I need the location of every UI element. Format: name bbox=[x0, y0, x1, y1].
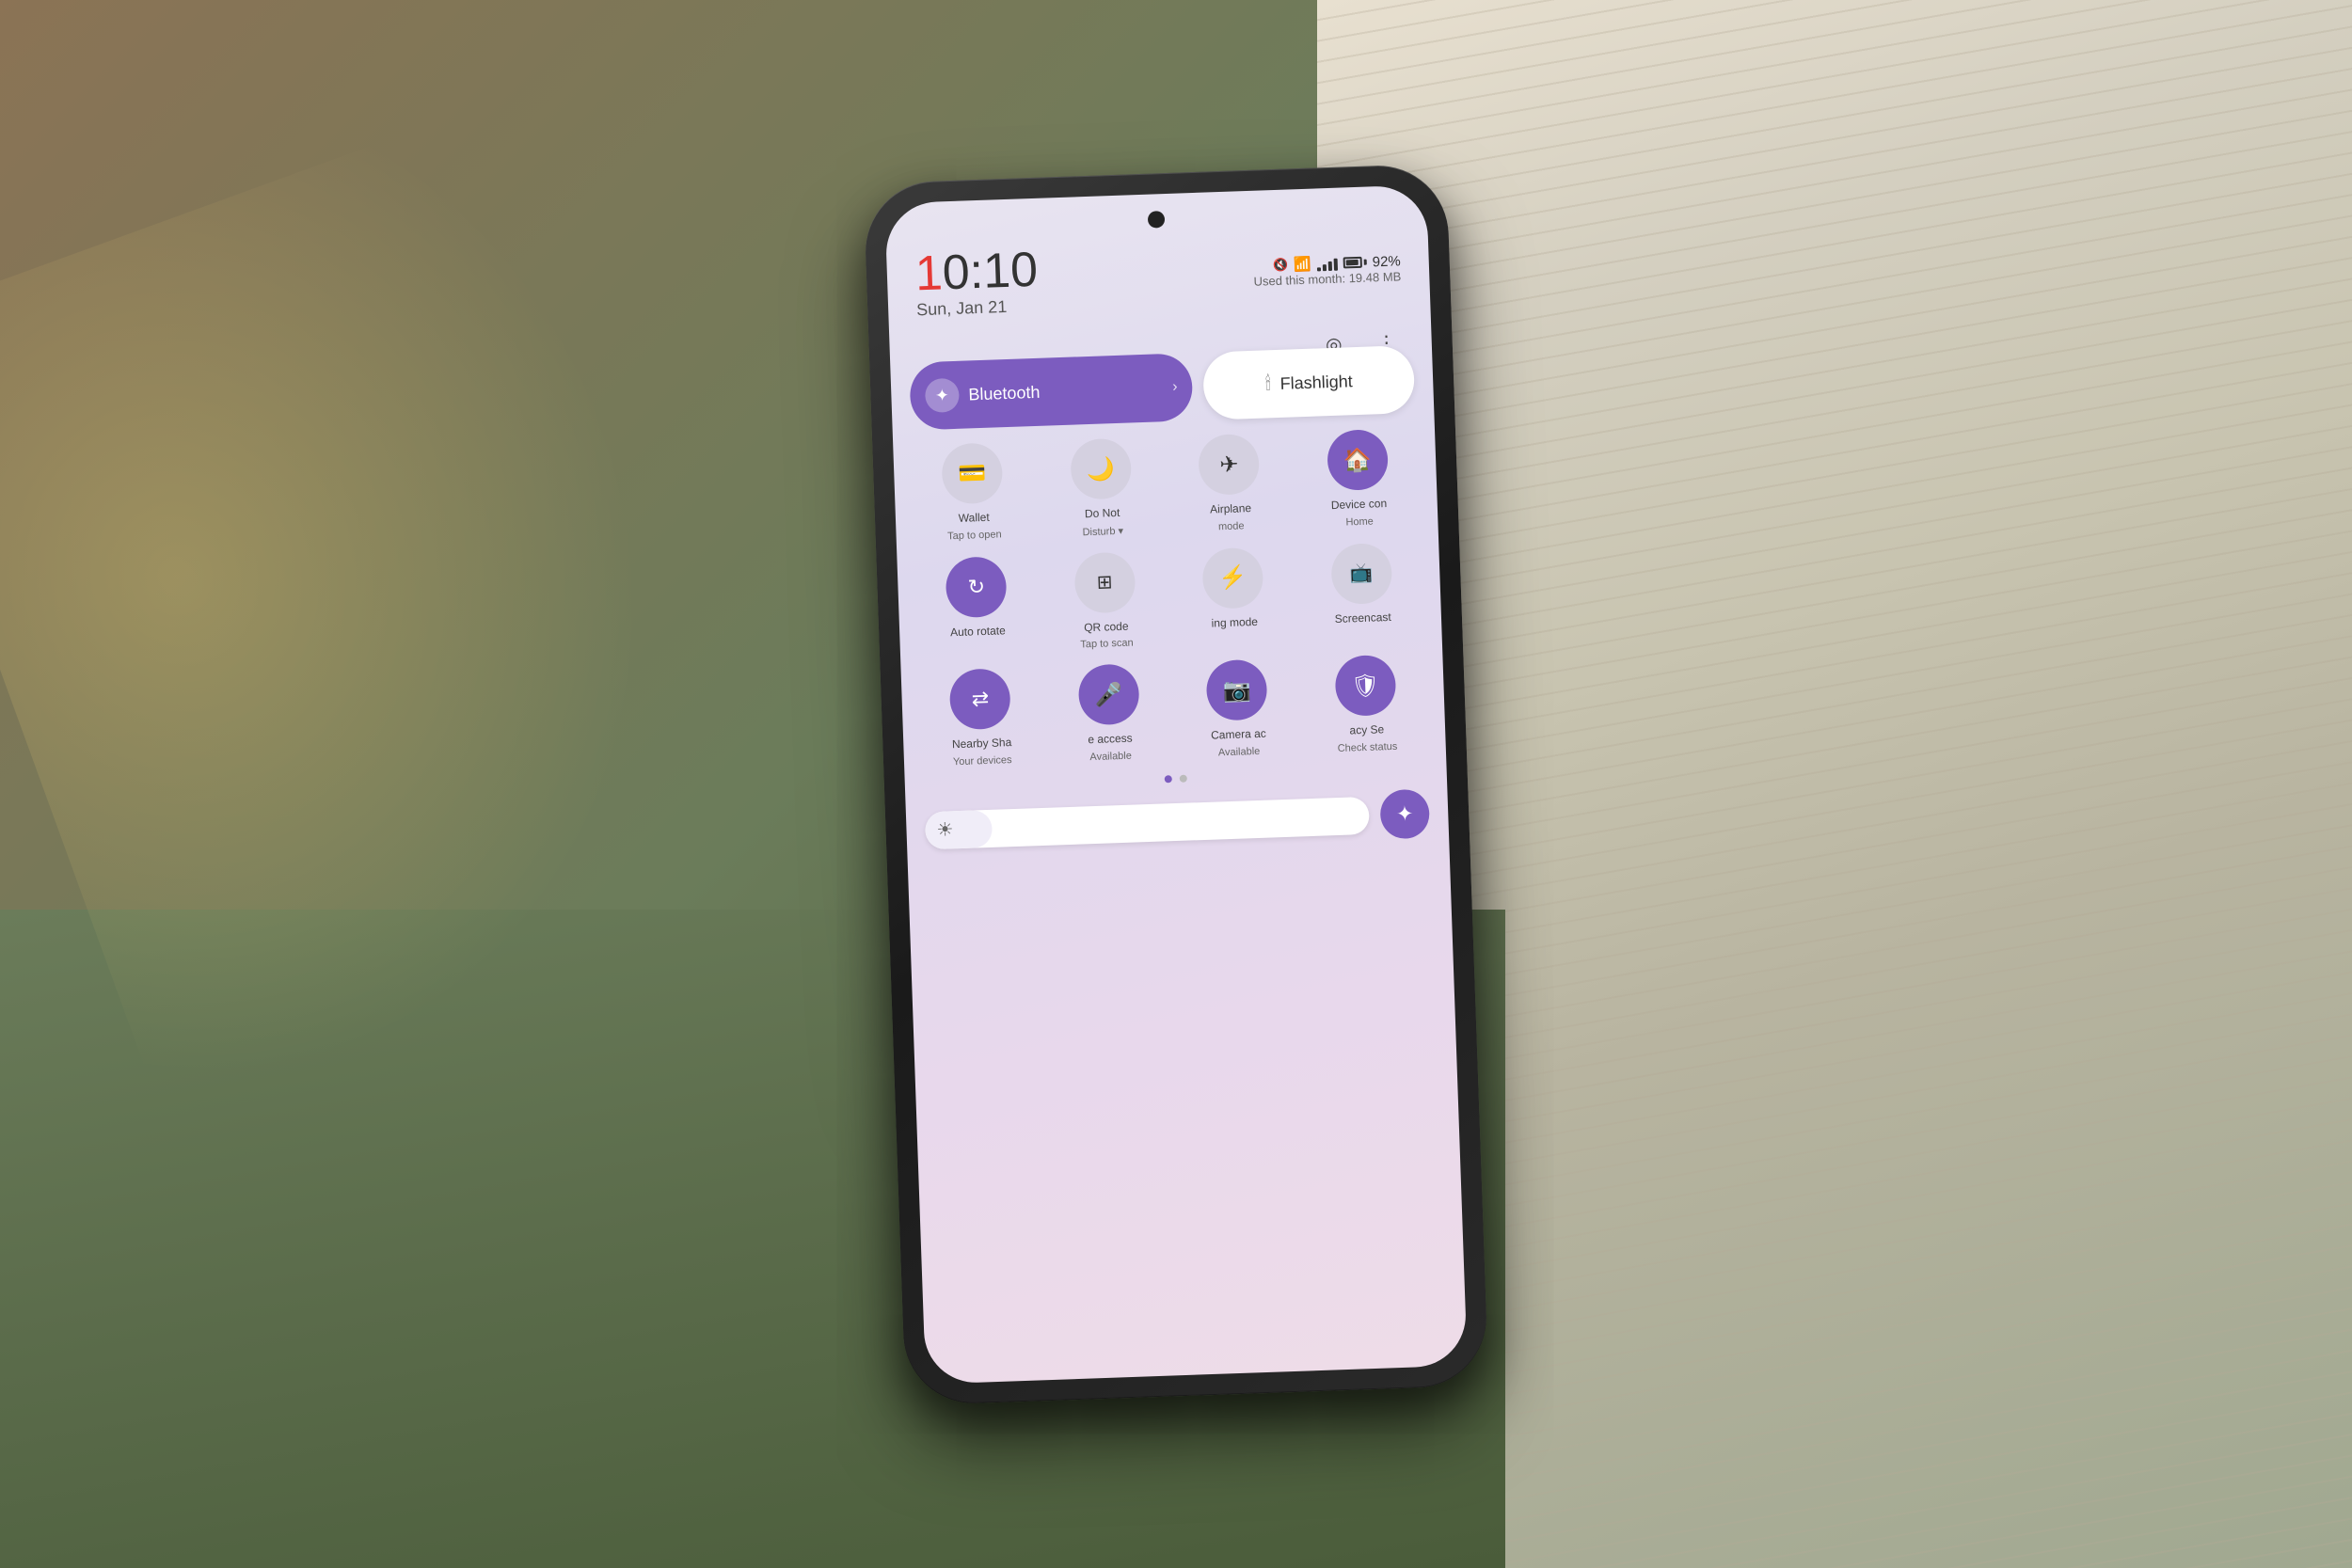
device-control-label: Device con bbox=[1331, 496, 1388, 513]
mic-access-icon-circle: 🎤 bbox=[1077, 663, 1139, 725]
dnd-sublabel: Disturb ▾ bbox=[1082, 524, 1123, 538]
tiles-grid-row3: ⇄ Nearby Sha Your devices 🎤 e access Ava… bbox=[920, 653, 1427, 768]
camera-access-icon-circle: 📷 bbox=[1206, 658, 1268, 721]
camera-access-label: Camera ac bbox=[1211, 726, 1266, 743]
privacy-icon-circle: 🛡 bbox=[1334, 655, 1396, 717]
camera-hole bbox=[1148, 211, 1166, 229]
battery-percent: 92% bbox=[1372, 252, 1401, 269]
qr-code-icon-circle: ⊞ bbox=[1073, 551, 1136, 613]
tiles-grid-row1: 💳 Wallet Tap to open 🌙 Do Not Disturb ▾ … bbox=[912, 427, 1419, 543]
top-tiles-row: ✦ Bluetooth › 🕯 Flashlight bbox=[909, 344, 1415, 430]
wallet-label: Wallet bbox=[959, 510, 990, 526]
wallet-icon-circle: 💳 bbox=[941, 442, 1003, 504]
bluetooth-arrow: › bbox=[1172, 378, 1178, 395]
mic-access-label: e access bbox=[1088, 731, 1133, 747]
wallet-sublabel: Tap to open bbox=[947, 528, 1002, 541]
bluetooth-icon: ✦ bbox=[925, 377, 960, 412]
tile-wallet[interactable]: 💳 Wallet Tap to open bbox=[912, 441, 1034, 544]
charging-mode-icon-circle: ⚡ bbox=[1202, 546, 1264, 609]
tile-qr-code[interactable]: ⊞ QR code Tap to scan bbox=[1044, 549, 1167, 651]
device-control-sublabel: Home bbox=[1345, 515, 1374, 528]
phone-body: 10:10 Sun, Jan 21 🔇 📶 bbox=[864, 163, 1489, 1405]
airplane-label: Airplane bbox=[1210, 501, 1252, 517]
tile-mic-access[interactable]: 🎤 e access Available bbox=[1048, 662, 1170, 764]
tile-nearby-share[interactable]: ⇄ Nearby Sha Your devices bbox=[920, 667, 1042, 768]
privacy-sublabel: Check status bbox=[1338, 740, 1398, 753]
signal-bars bbox=[1316, 255, 1338, 271]
tile-screencast[interactable]: 📺 Screencast bbox=[1301, 541, 1423, 642]
battery-icon bbox=[1343, 256, 1367, 268]
quick-settings-panel: ✦ Bluetooth › 🕯 Flashlight 💳 Wal bbox=[907, 297, 1446, 1326]
screencast-label: Screencast bbox=[1334, 610, 1391, 626]
phone-device: 10:10 Sun, Jan 21 🔇 📶 bbox=[864, 163, 1489, 1405]
tile-privacy[interactable]: 🛡 acy Se Check status bbox=[1305, 653, 1427, 754]
auto-rotate-label: Auto rotate bbox=[950, 623, 1006, 640]
auto-brightness-icon: ✦ bbox=[1396, 800, 1414, 826]
clock-display: 10:10 bbox=[914, 245, 1039, 298]
camera-access-sublabel: Available bbox=[1218, 745, 1261, 758]
airplane-sublabel: mode bbox=[1218, 519, 1245, 531]
status-icons: 🔇 📶 bbox=[1253, 252, 1402, 288]
bluetooth-label: Bluetooth bbox=[968, 377, 1164, 404]
brightness-slider[interactable]: ☀ bbox=[925, 796, 1370, 848]
nearby-share-label: Nearby Sha bbox=[952, 736, 1012, 752]
dot-2 bbox=[1180, 774, 1187, 782]
page-dots bbox=[924, 766, 1428, 791]
charging-mode-label: ing mode bbox=[1211, 614, 1258, 630]
date-display: Sun, Jan 21 bbox=[916, 295, 1040, 320]
tile-charging-mode[interactable]: ⚡ ing mode bbox=[1172, 546, 1295, 647]
dnd-label: Do Not bbox=[1085, 505, 1120, 521]
flashlight-label: Flashlight bbox=[1279, 371, 1353, 393]
bluetooth-button[interactable]: ✦ Bluetooth › bbox=[909, 353, 1194, 430]
tile-dnd[interactable]: 🌙 Do Not Disturb ▾ bbox=[1041, 436, 1163, 539]
time-date-section: 10:10 Sun, Jan 21 bbox=[914, 245, 1040, 319]
tile-device-control[interactable]: 🏠 Device con Home bbox=[1297, 427, 1420, 530]
auto-brightness-button[interactable]: ✦ bbox=[1379, 788, 1430, 839]
clock-hour: 1 bbox=[914, 245, 944, 301]
qr-code-label: QR code bbox=[1084, 619, 1129, 635]
airplane-icon-circle: ✈ bbox=[1198, 433, 1260, 495]
qr-code-sublabel: Tap to scan bbox=[1080, 637, 1134, 650]
flashlight-icon: 🕯 bbox=[1265, 372, 1271, 394]
nearby-share-icon-circle: ⇄ bbox=[949, 668, 1011, 730]
dot-1 bbox=[1165, 774, 1172, 782]
clock-rest: 0:10 bbox=[942, 242, 1039, 299]
auto-rotate-icon-circle: ↻ bbox=[946, 555, 1008, 617]
privacy-label: acy Se bbox=[1349, 722, 1384, 738]
device-control-icon-circle: 🏠 bbox=[1327, 428, 1389, 490]
brightness-row: ☀ ✦ bbox=[925, 788, 1430, 855]
brightness-sun-icon: ☀ bbox=[936, 817, 954, 842]
nearby-share-sublabel: Your devices bbox=[953, 753, 1012, 767]
wifi-icon: 📶 bbox=[1294, 255, 1311, 273]
mic-access-sublabel: Available bbox=[1089, 750, 1132, 763]
tile-auto-rotate[interactable]: ↻ Auto rotate bbox=[915, 554, 1038, 656]
dnd-icon-circle: 🌙 bbox=[1070, 437, 1132, 499]
tile-airplane[interactable]: ✈ Airplane mode bbox=[1168, 432, 1291, 534]
flashlight-button[interactable]: 🕯 Flashlight bbox=[1202, 344, 1415, 420]
screencast-icon-circle: 📺 bbox=[1330, 542, 1392, 604]
tiles-grid-row2: ↻ Auto rotate ⊞ QR code Tap to scan ⚡ in… bbox=[915, 541, 1422, 656]
phone-screen: 10:10 Sun, Jan 21 🔇 📶 bbox=[884, 184, 1467, 1384]
tile-camera-access[interactable]: 📷 Camera ac Available bbox=[1176, 657, 1298, 759]
brightness-fill bbox=[925, 809, 993, 848]
mute-icon: 🔇 bbox=[1273, 257, 1289, 273]
